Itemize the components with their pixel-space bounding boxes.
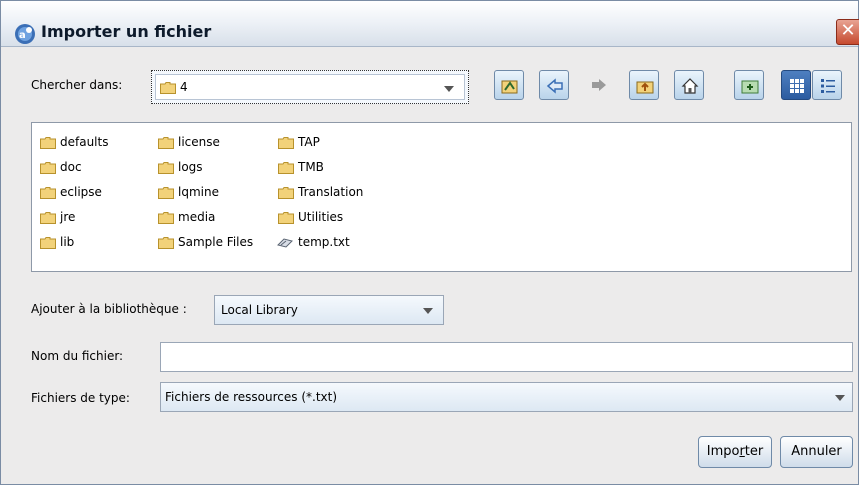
chevron-down-icon <box>423 308 433 314</box>
folder-item[interactable]: eclipse <box>40 183 102 201</box>
home-button[interactable] <box>674 70 704 100</box>
folder-item[interactable]: TMB <box>278 158 324 176</box>
folder-icon <box>278 161 294 174</box>
folder-label: TMB <box>298 160 324 174</box>
details-view-button[interactable] <box>812 70 842 100</box>
folder-icon <box>40 236 56 249</box>
folder-label: Sample Files <box>178 235 254 249</box>
file-list[interactable]: defaults doc eclipse jre lib license log… <box>31 122 852 272</box>
import-label-part1: Impo <box>706 444 740 459</box>
up-folder-icon <box>636 81 654 94</box>
filetype-combo[interactable]: Fichiers de ressources (*.txt) <box>160 382 853 412</box>
library-label: Ajouter à la bibliothèque : <box>31 302 187 316</box>
folder-icon <box>278 186 294 199</box>
folder-icon <box>158 211 174 224</box>
file-label: temp.txt <box>298 235 350 249</box>
cancel-label: Annuler <box>791 444 842 459</box>
folder-item[interactable]: media <box>158 208 215 226</box>
folder-icon <box>158 236 174 249</box>
folder-label: eclipse <box>60 185 102 199</box>
folder-label: TAP <box>298 135 320 149</box>
forward-button[interactable] <box>584 70 614 100</box>
library-combo[interactable]: Local Library <box>214 295 444 325</box>
text-file-icon <box>277 237 293 248</box>
library-value: Local Library <box>221 303 298 317</box>
file-item[interactable]: temp.txt <box>276 233 350 251</box>
folder-icon <box>40 161 56 174</box>
folder-label: jre <box>60 210 76 224</box>
folder-label: defaults <box>60 135 109 149</box>
folder-icon <box>160 82 176 94</box>
folder-label: doc <box>60 160 82 174</box>
filename-field[interactable] <box>160 342 853 372</box>
import-label-part2: ter <box>744 444 764 459</box>
recent-icon <box>501 80 518 94</box>
title-bar[interactable]: a Importer un fichier ✕ <box>1 1 859 47</box>
folder-item[interactable]: jre <box>40 208 75 226</box>
chevron-down-icon <box>835 395 845 401</box>
back-button[interactable] <box>539 70 569 100</box>
folder-item[interactable]: doc <box>40 158 82 176</box>
folder-item[interactable]: Sample Files <box>158 233 253 251</box>
folder-item[interactable]: TAP <box>278 133 320 151</box>
folder-item[interactable]: lib <box>40 233 74 251</box>
recent-button[interactable] <box>494 70 524 100</box>
import-file-dialog: a Importer un fichier ✕ Chercher dans: 4 <box>0 0 859 485</box>
folder-icon <box>278 136 294 149</box>
folder-label: lib <box>60 235 75 249</box>
import-button[interactable]: Importer <box>698 436 772 468</box>
folder-item[interactable]: Utilities <box>278 208 343 226</box>
close-icon: ✕ <box>840 20 856 41</box>
list-view-icon <box>790 79 804 93</box>
svg-text:a: a <box>19 30 26 41</box>
folder-icon <box>158 186 174 199</box>
cancel-button[interactable]: Annuler <box>780 436 853 468</box>
chevron-down-icon <box>444 86 454 92</box>
home-icon <box>681 78 699 94</box>
folder-icon <box>40 186 56 199</box>
folder-icon <box>158 136 174 149</box>
folder-label: media <box>178 210 216 224</box>
filetype-value: Fichiers de ressources (*.txt) <box>165 390 338 404</box>
app-icon: a <box>15 24 35 44</box>
up-folder-button[interactable] <box>629 70 659 100</box>
folder-label: license <box>178 135 220 149</box>
filename-label: Nom du fichier: <box>31 349 124 363</box>
folder-item[interactable]: license <box>158 133 220 151</box>
folder-icon <box>158 161 174 174</box>
filetype-label: Fichiers de type: <box>31 391 130 405</box>
look-in-combo[interactable]: 4 <box>151 70 469 104</box>
new-folder-button[interactable] <box>734 70 764 100</box>
folder-label: lqmine <box>178 185 219 199</box>
forward-arrow-icon <box>592 79 606 91</box>
folder-icon <box>278 211 294 224</box>
folder-item[interactable]: logs <box>158 158 203 176</box>
folder-label: logs <box>178 160 203 174</box>
list-view-button[interactable] <box>781 70 811 100</box>
new-folder-icon <box>741 80 759 94</box>
close-button[interactable]: ✕ <box>836 19 859 45</box>
folder-icon <box>40 136 56 149</box>
folder-item[interactable]: defaults <box>40 133 108 151</box>
look-in-label: Chercher dans: <box>31 78 123 92</box>
folder-label: Utilities <box>298 210 344 224</box>
folder-label: Translation <box>298 185 364 199</box>
details-view-icon <box>821 79 835 93</box>
look-in-value: 4 <box>180 80 188 94</box>
folder-item[interactable]: lqmine <box>158 183 219 201</box>
window-title: Importer un fichier <box>41 22 212 41</box>
folder-item[interactable]: Translation <box>278 183 363 201</box>
folder-icon <box>40 211 56 224</box>
back-arrow-icon <box>546 78 563 94</box>
